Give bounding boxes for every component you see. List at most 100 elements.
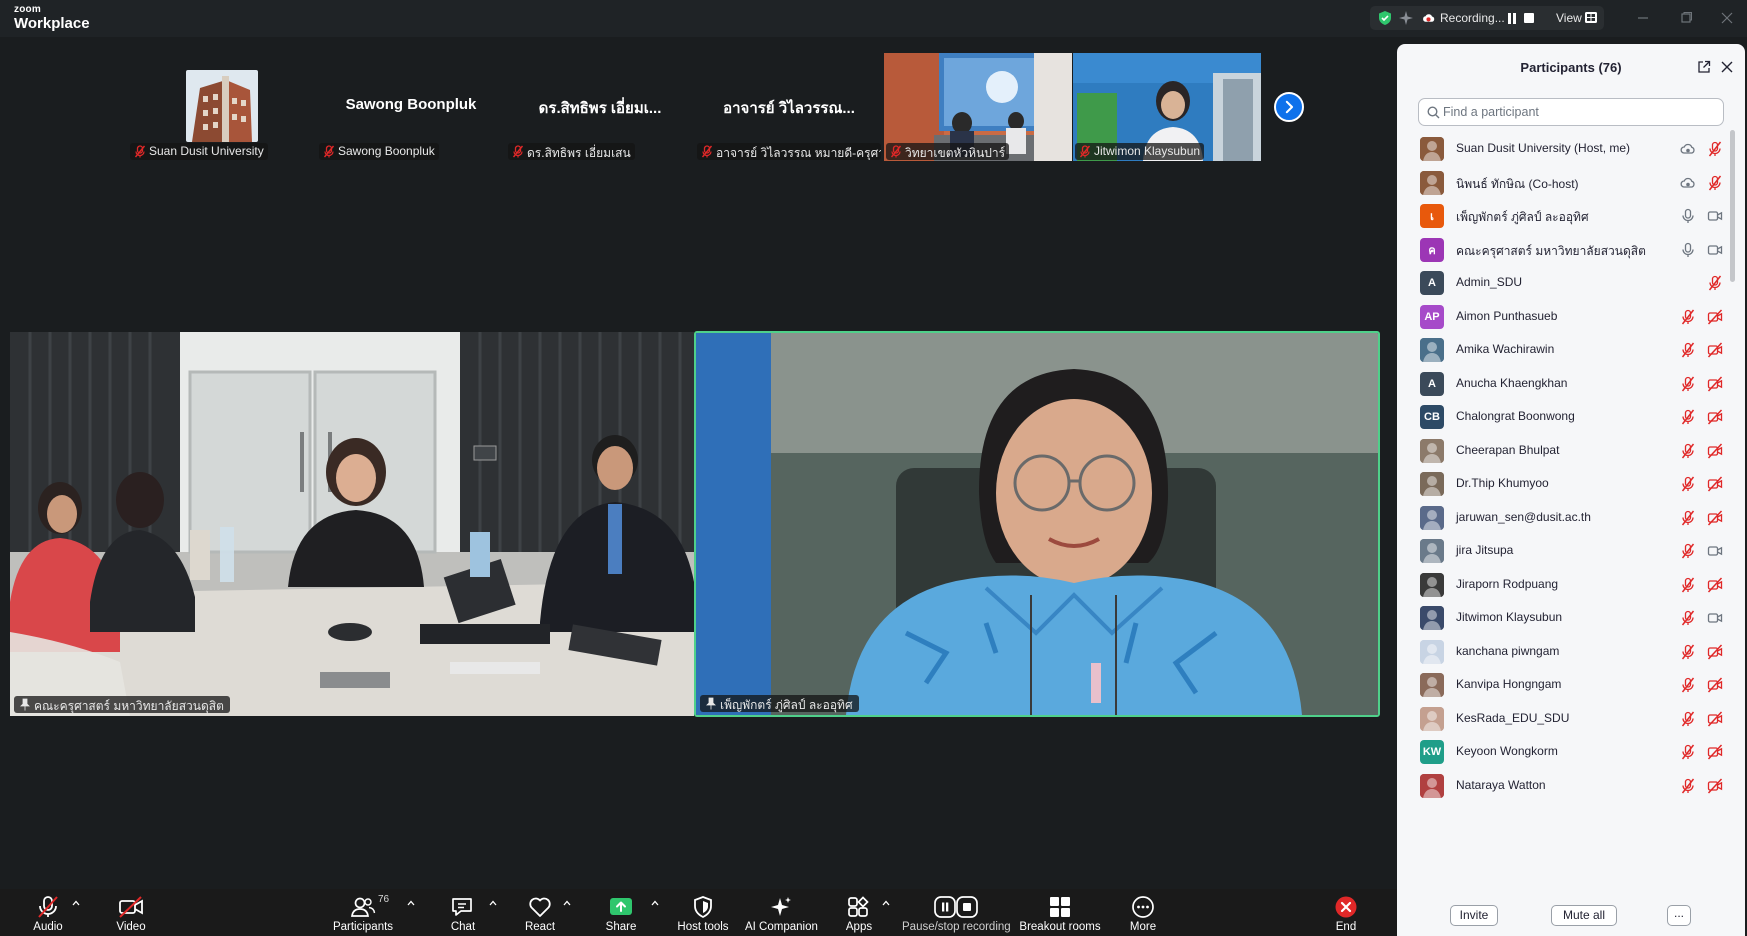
more-button[interactable]: More xyxy=(1118,889,1168,936)
filmstrip-next-button[interactable] xyxy=(1274,92,1304,122)
video-off-icon[interactable] xyxy=(1707,576,1723,593)
video-off-icon[interactable] xyxy=(1707,744,1723,760)
chat-button[interactable]: Chat xyxy=(437,889,489,936)
muted-mic-icon[interactable] xyxy=(1680,309,1696,325)
mic-icon[interactable] xyxy=(1680,242,1696,258)
muted-mic-icon[interactable] xyxy=(1680,577,1696,593)
muted-mic-icon[interactable] xyxy=(1680,778,1696,794)
participant-row[interactable]: ค คณะครุศาสตร์ มหาวิทยาลัยสวนดุสิต xyxy=(1397,231,1737,268)
video-off-icon[interactable] xyxy=(1707,375,1723,392)
participant-row[interactable]: kanchana piwngam xyxy=(1397,633,1737,670)
participant-row[interactable]: jira Jitsupa xyxy=(1397,532,1737,569)
participant-row[interactable]: KesRada_EDU_SDU xyxy=(1397,700,1737,737)
filmstrip-tile[interactable]: อาจารย์ วิไลวรรณ... อาจารย์ วิไลวรรณ หมา… xyxy=(695,53,883,161)
participant-row[interactable]: A Admin_SDU xyxy=(1397,264,1737,301)
encryption-shield-icon[interactable] xyxy=(1377,10,1393,26)
participant-row[interactable]: KW Keyoon Wongkorm xyxy=(1397,733,1737,770)
video-off-icon[interactable] xyxy=(1707,442,1723,459)
maximize-window-icon[interactable] xyxy=(1676,9,1696,27)
mute-all-button[interactable]: Mute all xyxy=(1551,905,1617,926)
video-icon[interactable] xyxy=(1707,208,1723,224)
popout-icon[interactable] xyxy=(1697,60,1711,74)
video-icon[interactable] xyxy=(1707,610,1723,626)
video-off-icon[interactable] xyxy=(1707,476,1723,492)
participant-row[interactable]: Nataraya Watton xyxy=(1397,767,1737,804)
participant-list-scrollbar[interactable] xyxy=(1730,130,1735,282)
participant-row[interactable]: นิพนธ์ ทักษิณ (Co-host) xyxy=(1397,164,1737,201)
share-options-caret-icon[interactable] xyxy=(651,900,659,906)
participant-row[interactable]: เ เพ็ญพักตร์ ภู่ศิลป์ ละออุทิศ xyxy=(1397,197,1737,234)
ai-companion-button[interactable]: AI Companion xyxy=(745,889,818,936)
muted-mic-icon[interactable] xyxy=(1680,376,1696,392)
muted-mic-icon[interactable] xyxy=(1680,476,1696,492)
close-panel-icon[interactable] xyxy=(1721,61,1733,73)
muted-mic-icon[interactable] xyxy=(1680,677,1696,693)
video-icon[interactable] xyxy=(1707,543,1723,559)
participant-row[interactable]: A Anucha Khaengkhan xyxy=(1397,365,1737,402)
pinned-video-left[interactable]: คณะครุศาสตร์ มหาวิทยาลัยสวนดุสิต xyxy=(10,332,694,716)
filmstrip-video-tile[interactable]: Jitwimon Klaysubun xyxy=(1073,53,1261,161)
filmstrip-tile[interactable]: Suan Dusit University xyxy=(128,53,316,161)
muted-mic-icon[interactable] xyxy=(1680,409,1696,425)
view-grid-icon[interactable] xyxy=(1585,12,1597,23)
audio-options-caret-icon[interactable] xyxy=(72,900,80,906)
muted-mic-icon[interactable] xyxy=(1680,543,1696,559)
video-off-icon[interactable] xyxy=(1707,342,1723,358)
cloud-recording-icon[interactable] xyxy=(1680,175,1696,191)
muted-mic-icon[interactable] xyxy=(1680,744,1696,760)
muted-mic-icon[interactable] xyxy=(1680,342,1696,358)
host-tools-button[interactable]: Host tools xyxy=(674,889,732,936)
muted-mic-icon[interactable] xyxy=(1707,175,1723,191)
muted-mic-icon[interactable] xyxy=(1680,443,1696,459)
invite-button[interactable]: Invite xyxy=(1450,905,1498,926)
share-button[interactable]: Share xyxy=(595,889,647,936)
participant-row[interactable]: Amika Wachirawin xyxy=(1397,331,1737,368)
video-off-icon[interactable] xyxy=(1707,509,1723,526)
view-menu-button[interactable]: View xyxy=(1556,11,1582,25)
muted-mic-icon[interactable] xyxy=(1680,510,1696,526)
pinned-video-active-speaker[interactable]: เพ็ญพักตร์ ภู่ศิลป์ ละออุทิศ xyxy=(694,331,1380,717)
muted-mic-icon[interactable] xyxy=(1680,644,1696,660)
close-window-icon[interactable] xyxy=(1717,9,1737,27)
participant-row[interactable]: Suan Dusit University (Host, me) xyxy=(1397,130,1737,167)
audio-button[interactable]: Audio xyxy=(20,889,76,936)
react-options-caret-icon[interactable] xyxy=(563,900,571,906)
mic-icon[interactable] xyxy=(1680,208,1696,224)
ai-companion-status-icon[interactable] xyxy=(1398,10,1414,26)
participant-row[interactable]: Cheerapan Bhulpat xyxy=(1397,432,1737,469)
participant-row[interactable]: Dr.Thip Khumyoo xyxy=(1397,465,1737,502)
stop-recording-icon[interactable] xyxy=(1524,13,1534,23)
video-off-icon[interactable] xyxy=(1707,643,1723,660)
muted-mic-icon[interactable] xyxy=(1680,711,1696,727)
chat-options-caret-icon[interactable] xyxy=(489,900,497,906)
participant-row[interactable]: jaruwan_sen@dusit.ac.th xyxy=(1397,499,1737,536)
participant-row[interactable]: Jitwimon Klaysubun xyxy=(1397,599,1737,636)
participant-row[interactable]: AP Aimon Punthasueb xyxy=(1397,298,1737,335)
video-off-icon[interactable] xyxy=(1707,409,1723,425)
cloud-recording-icon[interactable] xyxy=(1680,141,1696,157)
muted-mic-icon[interactable] xyxy=(1707,275,1723,291)
participants-button[interactable]: 76 Participants xyxy=(330,889,396,936)
muted-mic-icon[interactable] xyxy=(1680,610,1696,626)
react-button[interactable]: React xyxy=(514,889,566,936)
breakout-rooms-button[interactable]: Breakout rooms xyxy=(1018,889,1102,936)
minimize-window-icon[interactable] xyxy=(1633,9,1653,27)
filmstrip-tile[interactable]: Sawong Boonpluk Sawong Boonpluk xyxy=(317,53,505,161)
filmstrip-tile[interactable]: ดร.สิทธิพร เอี่ยมเ... ดร.สิทธิพร เอี่ยมเ… xyxy=(506,53,694,161)
video-off-icon[interactable] xyxy=(1707,710,1723,727)
video-off-icon[interactable] xyxy=(1707,777,1723,794)
apps-options-caret-icon[interactable] xyxy=(882,900,890,906)
search-input[interactable] xyxy=(1443,102,1713,122)
panel-more-button[interactable]: ... xyxy=(1667,905,1691,926)
apps-button[interactable]: Apps xyxy=(835,889,883,936)
video-off-icon[interactable] xyxy=(1707,308,1723,325)
filmstrip-video-tile[interactable]: วิทยาเขตหัวหินปาร์ xyxy=(884,53,1072,161)
video-button[interactable]: Video xyxy=(103,889,159,936)
video-off-icon[interactable] xyxy=(1707,677,1723,693)
end-meeting-button[interactable]: End xyxy=(1320,889,1372,936)
participant-row[interactable]: Kanvipa Hongngam xyxy=(1397,666,1737,703)
pause-recording-icon[interactable] xyxy=(1507,13,1517,24)
participants-options-caret-icon[interactable] xyxy=(407,900,415,906)
video-icon[interactable] xyxy=(1707,242,1723,258)
participant-row[interactable]: Jiraporn Rodpuang xyxy=(1397,566,1737,603)
